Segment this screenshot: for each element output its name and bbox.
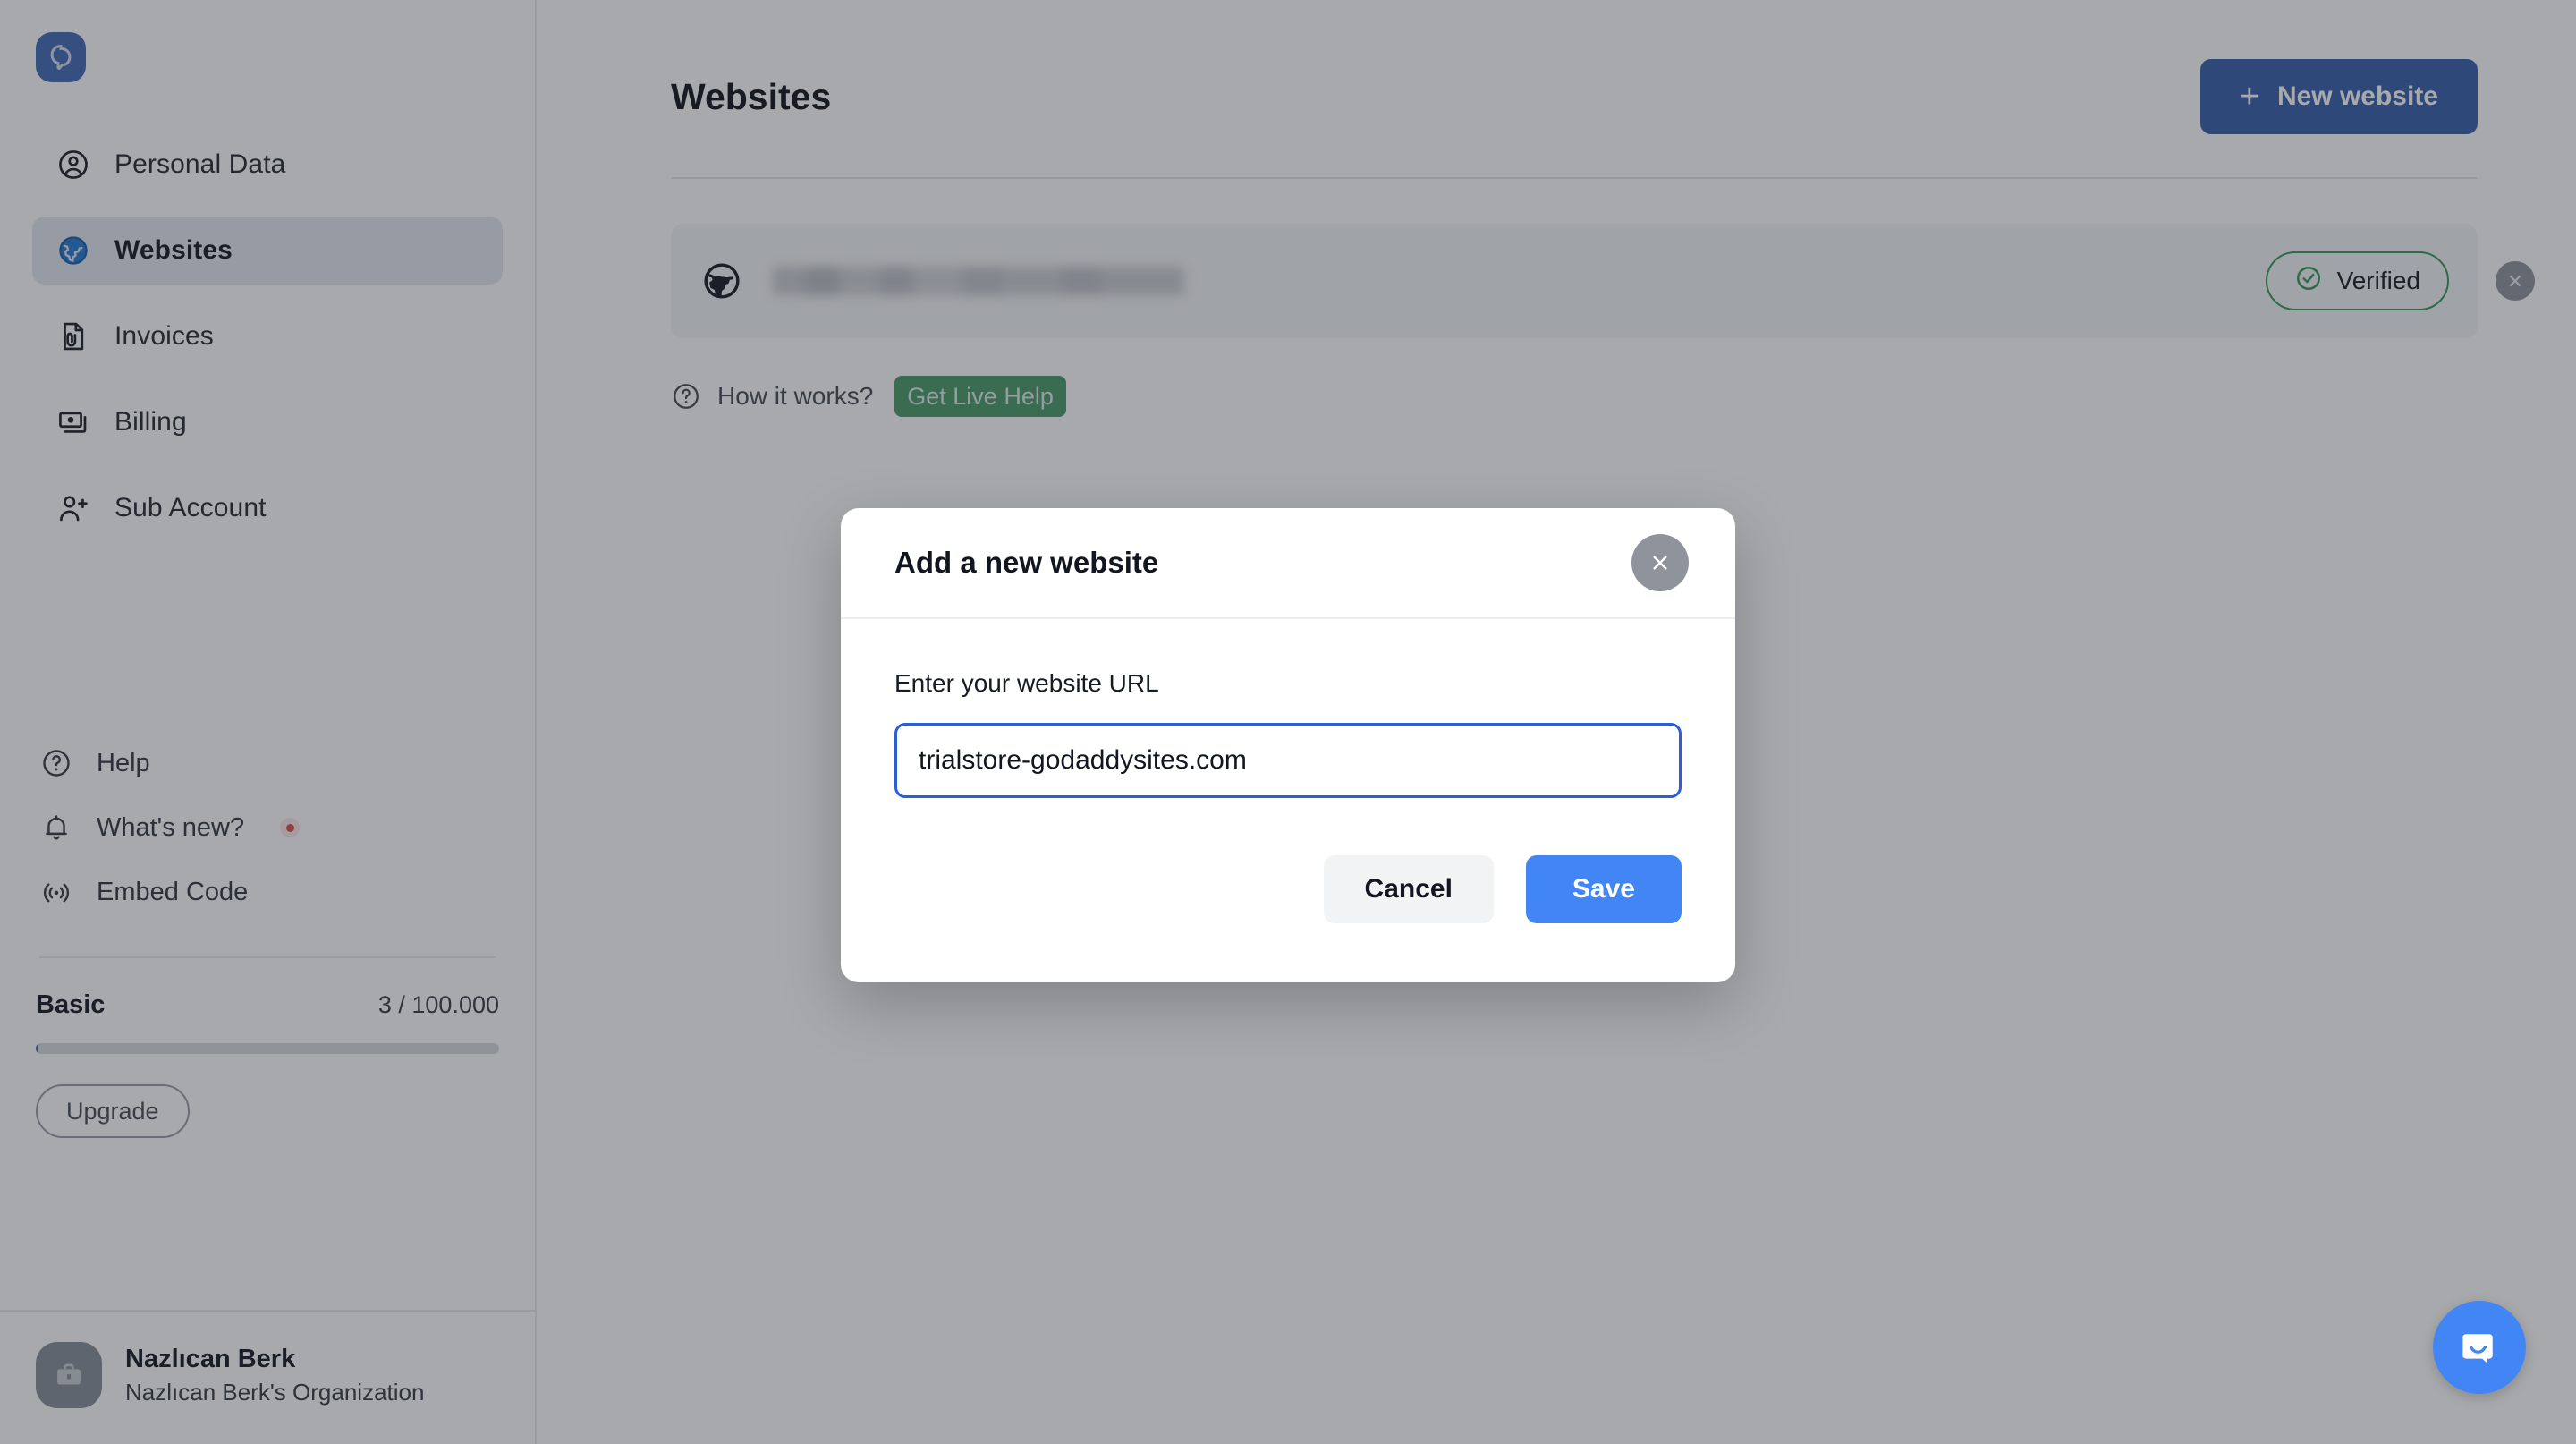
website-url-label: Enter your website URL: [894, 669, 1159, 697]
close-icon: [1653, 556, 1667, 570]
save-button[interactable]: Save: [1525, 855, 1682, 923]
modal-body: Enter your website URL: [841, 619, 1735, 798]
intercom-chat-launcher[interactable]: [2433, 1301, 2526, 1394]
add-website-modal: Add a new website Enter your website URL…: [841, 508, 1735, 982]
cancel-button[interactable]: Cancel: [1323, 855, 1494, 923]
app-root: Personal Data Websites Invoices Billing …: [0, 0, 2576, 1444]
modal-close-button[interactable]: [1631, 534, 1689, 591]
website-url-input[interactable]: [894, 723, 1682, 798]
modal-actions: Cancel Save: [841, 798, 1735, 982]
modal-header: Add a new website: [841, 508, 1735, 619]
chat-smile-icon: [2462, 1334, 2493, 1363]
modal-title: Add a new website: [894, 546, 1159, 579]
